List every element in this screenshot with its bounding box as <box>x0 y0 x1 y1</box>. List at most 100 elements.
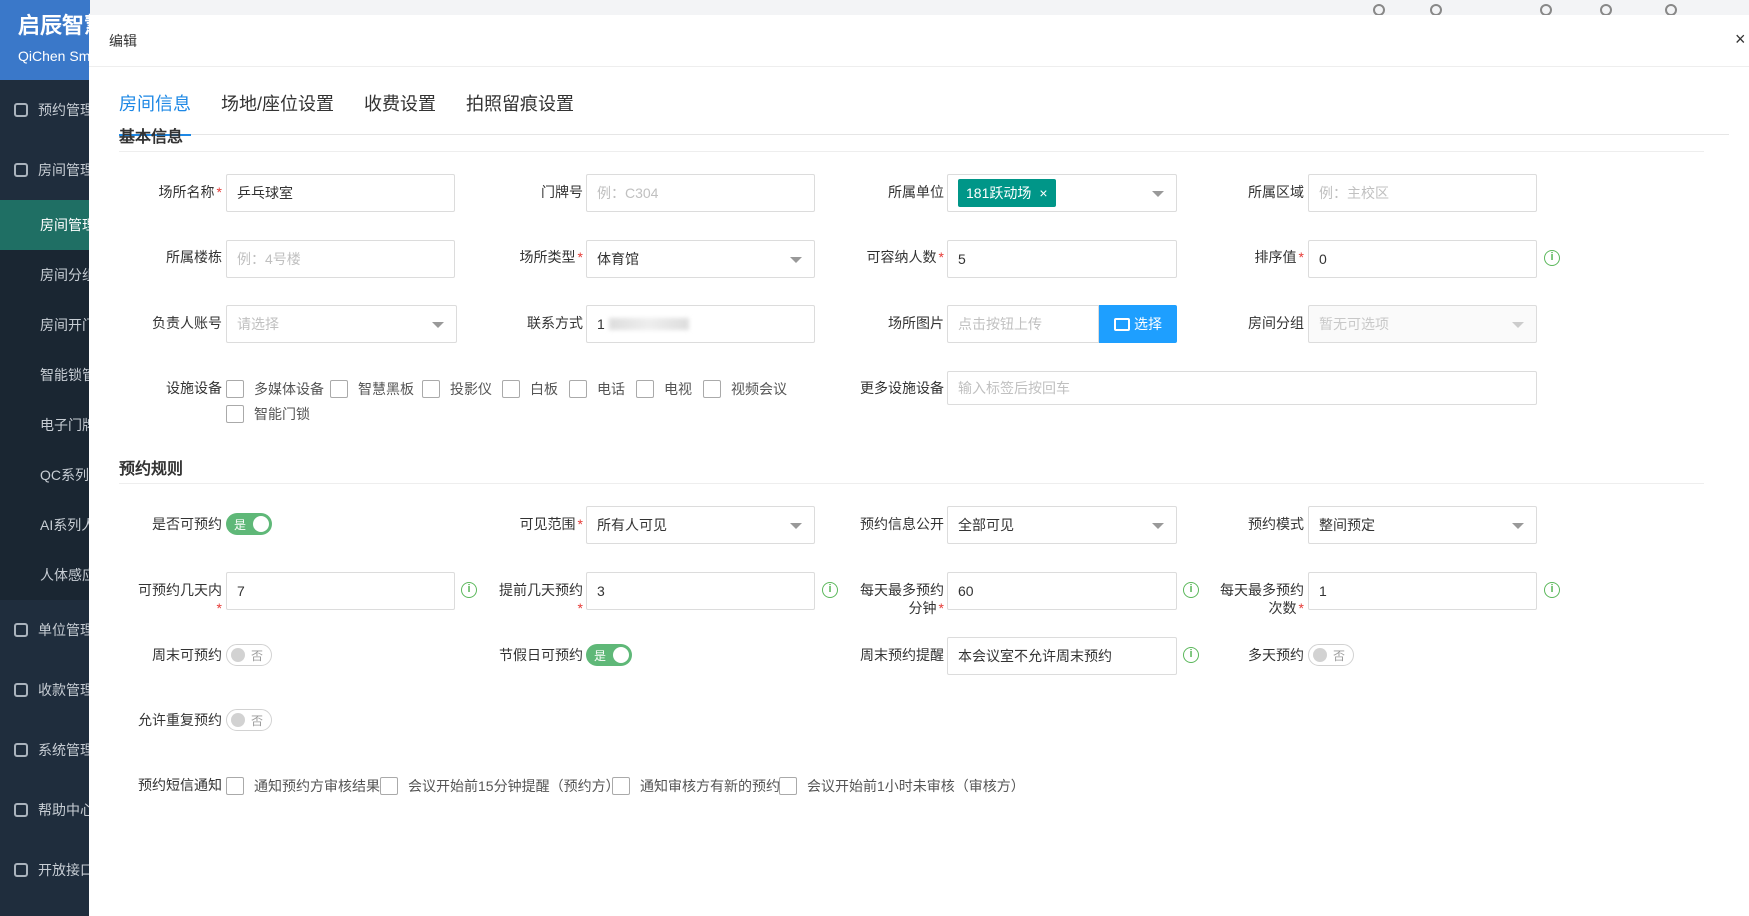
menu-label: 帮助中心 <box>38 802 90 818</box>
chevron-down-icon <box>432 322 444 328</box>
owner-select[interactable]: 请选择 <box>226 305 457 343</box>
sms-checkbox[interactable]: 通知预约方审核结果 <box>226 776 380 796</box>
menu-label: 房间管理 <box>38 162 90 178</box>
facility-checkbox[interactable]: 电话 <box>569 379 625 399</box>
submenu-label: 房间管理 <box>40 217 90 233</box>
bookable-label: 是否可预约 <box>152 516 222 532</box>
menu-item-booking[interactable]: 预约管理 <box>0 80 90 140</box>
multi-day-toggle[interactable]: 否 <box>1308 644 1354 666</box>
menu-item-help[interactable]: 帮助中心 <box>0 780 90 840</box>
weekend-toggle[interactable]: 否 <box>226 644 272 666</box>
facility-checkbox[interactable]: 智慧黑板 <box>330 379 414 399</box>
facility-checkbox[interactable]: 智能门锁 <box>226 404 310 424</box>
facility-checkbox[interactable]: 白板 <box>502 379 558 399</box>
info-icon[interactable]: i <box>1544 582 1560 598</box>
max-minutes-label: 每天最多预约 分钟 * <box>860 582 944 616</box>
submenu-item-rooms[interactable]: 房间管理 <box>0 200 90 250</box>
contact-input[interactable]: 1 <box>586 305 815 343</box>
checkbox-icon <box>612 777 630 795</box>
chevron-down-icon <box>1152 191 1164 197</box>
menu-item-system[interactable]: 系统管理 <box>0 720 90 780</box>
submenu-label: QC系列 <box>40 467 89 483</box>
unit-tag: 181跃动场 × <box>958 179 1056 207</box>
bookable-toggle[interactable]: 是 <box>226 513 272 535</box>
submenu-item-ai[interactable]: AI系列人 <box>0 500 90 550</box>
max-times-input[interactable]: 1 <box>1308 572 1537 610</box>
capacity-label: 可容纳人数 * <box>866 249 944 265</box>
venue-name-input[interactable]: 乒乓球室 <box>226 174 455 212</box>
divider <box>119 151 1704 152</box>
facility-checkbox[interactable]: 视频会议 <box>703 379 787 399</box>
facility-checkbox[interactable]: 多媒体设备 <box>226 379 324 399</box>
dialog-header: 编辑 <box>89 15 1749 67</box>
submenu-item-locks[interactable]: 智能锁管 <box>0 350 90 400</box>
menu-item-units[interactable]: 单位管理 <box>0 600 90 660</box>
checkbox-icon <box>226 380 244 398</box>
group-select[interactable]: 暂无可选项 <box>1308 305 1537 343</box>
days-within-input[interactable]: 7 <box>226 572 455 610</box>
menu-item-api[interactable]: 开放接口 <box>0 840 90 900</box>
sms-checkbox[interactable]: 会议开始前1小时未审核（审核方） <box>779 776 1025 796</box>
advance-days-input[interactable]: 3 <box>586 572 815 610</box>
facility-checkbox[interactable]: 电视 <box>636 379 692 399</box>
tab-bar: 房间信息 场地/座位设置 收费设置 拍照留痕设置 <box>119 79 1729 136</box>
picture-label: 场所图片 <box>888 315 944 331</box>
submenu-item-open[interactable]: 房间开门 <box>0 300 90 350</box>
sort-input[interactable]: 0 <box>1308 240 1537 278</box>
holiday-label: 节假日可预约 <box>499 647 583 663</box>
tab-photo[interactable]: 拍照留痕设置 <box>466 79 574 135</box>
mode-label: 预约模式 <box>1248 516 1304 532</box>
area-label: 所属区域 <box>1248 184 1304 200</box>
more-facilities-input[interactable]: 输入标签后按回车 <box>947 371 1537 405</box>
select-image-button[interactable]: 选择 <box>1099 305 1177 343</box>
facility-checkbox[interactable]: 投影仪 <box>422 379 492 399</box>
info-public-select[interactable]: 全部可见 <box>947 506 1177 544</box>
days-within-label: 可预约几天内 * <box>138 582 222 616</box>
checkbox-icon <box>422 380 440 398</box>
unit-select[interactable]: 181跃动场 × <box>947 174 1177 212</box>
checkbox-icon <box>226 405 244 423</box>
submenu-label: 电子门牌 <box>40 417 90 433</box>
holiday-toggle[interactable]: 是 <box>586 644 632 666</box>
max-times-label: 每天最多预约 次数 * <box>1220 582 1304 616</box>
tab-venue-seats[interactable]: 场地/座位设置 <box>221 79 334 135</box>
menu-label: 预约管理 <box>38 102 90 118</box>
building-input[interactable]: 例：4号楼 <box>226 240 455 278</box>
submenu-label: 房间分组 <box>40 267 90 283</box>
section-title-basic: 基本信息 <box>119 129 184 146</box>
menu-item-payment[interactable]: 收款管理 <box>0 660 90 720</box>
menu-label: 收款管理 <box>38 682 90 698</box>
venue-type-label: 场所类型 * <box>519 249 583 265</box>
max-minutes-input[interactable]: 60 <box>947 572 1177 610</box>
venue-name-label: 场所名称 * <box>158 184 222 200</box>
menu-item-rooms[interactable]: 房间管理 <box>0 140 90 200</box>
logo-subtitle: QiChen Sm <box>18 48 90 64</box>
sms-checkbox[interactable]: 会议开始前15分钟提醒（预约方） <box>380 776 620 796</box>
booking-icon <box>14 103 28 117</box>
picture-input[interactable]: 点击按钮上传 <box>947 305 1099 343</box>
submenu-item-groups[interactable]: 房间分组 <box>0 250 90 300</box>
info-icon[interactable]: i <box>1544 250 1560 266</box>
mode-select[interactable]: 整间预定 <box>1308 506 1537 544</box>
visibility-select[interactable]: 所有人可见 <box>586 506 815 544</box>
tag-close-icon[interactable]: × <box>1039 185 1047 201</box>
chevron-down-icon <box>1152 523 1164 529</box>
weekend-reminder-input[interactable]: 本会议室不允许周末预约 <box>947 637 1177 675</box>
image-icon <box>1114 317 1130 331</box>
sms-checkbox[interactable]: 通知审核方有新的预约 <box>612 776 780 796</box>
checkbox-icon <box>226 777 244 795</box>
submenu-item-doorplate[interactable]: 电子门牌 <box>0 400 90 450</box>
close-icon[interactable]: × <box>1735 29 1749 49</box>
door-no-input[interactable]: 例：C304 <box>586 174 815 212</box>
area-input[interactable]: 例：主校区 <box>1308 174 1537 212</box>
section-title-rules: 预约规则 <box>119 461 184 478</box>
capacity-input[interactable]: 5 <box>947 240 1177 278</box>
submenu-item-qc[interactable]: QC系列 <box>0 450 90 500</box>
home-icon <box>14 163 28 177</box>
sms-label: 预约短信通知 <box>138 777 222 793</box>
repeat-toggle[interactable]: 否 <box>226 709 272 731</box>
venue-type-select[interactable]: 体育馆 <box>586 240 815 278</box>
unit-icon <box>14 623 28 637</box>
submenu-item-sensor[interactable]: 人体感应 <box>0 550 90 600</box>
tab-charges[interactable]: 收费设置 <box>364 79 436 135</box>
